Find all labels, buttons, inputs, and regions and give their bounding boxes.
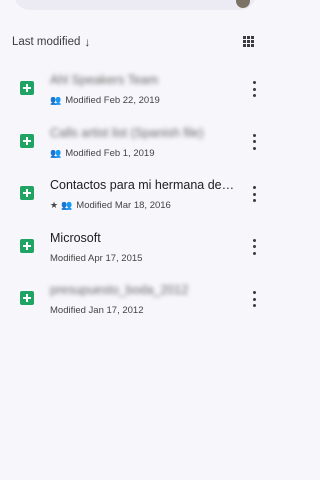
sort-direction-arrow-icon[interactable]: ↓ <box>84 35 90 49</box>
file-modified: Modified Mar 18, 2016 <box>76 200 171 211</box>
more-options-icon[interactable] <box>251 81 257 97</box>
file-meta: ★ 👥 Modified Mar 18, 2016 <box>50 200 171 211</box>
google-sheets-icon <box>20 133 34 148</box>
people-icon: 👥 <box>61 200 73 210</box>
file-title: Contactos para mi hermana de Telcel on .… <box>50 178 236 192</box>
file-title: Microsoft <box>50 230 101 245</box>
file-row[interactable]: Contactos para mi hermana de Telcel on .… <box>0 171 270 224</box>
google-sheets-icon <box>20 81 34 95</box>
sort-bar: Last modified ↓ <box>12 33 258 51</box>
file-row[interactable]: Ahl Speakers Team 👥 Modified Feb 22, 201… <box>0 66 270 119</box>
grid-view-icon[interactable] <box>243 36 256 48</box>
file-modified: Modified Jan 17, 2012 <box>50 305 144 316</box>
file-row[interactable]: presupuesto_boda_2012 Modified Jan 17, 2… <box>0 276 270 329</box>
google-sheets-icon <box>20 291 34 305</box>
file-modified: Modified Feb 22, 2019 <box>65 95 160 106</box>
file-title: Ahl Speakers Team <box>50 73 159 87</box>
file-row[interactable]: Calls artist list (Spanish file) 👥 Modif… <box>0 119 270 172</box>
sort-label[interactable]: Last modified <box>12 36 80 48</box>
file-title: Calls artist list (Spanish file) <box>50 125 204 140</box>
more-options-icon[interactable] <box>251 133 257 150</box>
people-icon: 👥 <box>50 95 62 105</box>
file-meta: Modified Jan 17, 2012 <box>50 305 143 316</box>
search-bar[interactable] <box>14 0 256 10</box>
google-sheets-icon <box>20 186 34 200</box>
file-meta: Modified Apr 17, 2015 <box>50 253 142 264</box>
more-options-icon[interactable] <box>251 186 257 202</box>
people-icon: 👥 <box>50 147 62 158</box>
file-modified: Modified Feb 1, 2019 <box>65 147 155 159</box>
more-options-icon[interactable] <box>251 291 257 307</box>
file-modified: Modified Apr 17, 2015 <box>50 252 143 264</box>
google-sheets-icon <box>20 238 34 253</box>
more-options-icon[interactable] <box>251 238 257 255</box>
file-row[interactable]: Microsoft Modified Apr 17, 2015 <box>0 224 270 277</box>
file-title: presupuesto_boda_2012 <box>50 283 189 297</box>
account-avatar[interactable] <box>236 0 250 8</box>
file-list: Ahl Speakers Team 👥 Modified Feb 22, 201… <box>0 66 270 329</box>
file-meta: 👥 Modified Feb 1, 2019 <box>50 148 154 159</box>
star-icon: ★ <box>50 200 59 210</box>
file-meta: 👥 Modified Feb 22, 2019 <box>50 95 160 106</box>
